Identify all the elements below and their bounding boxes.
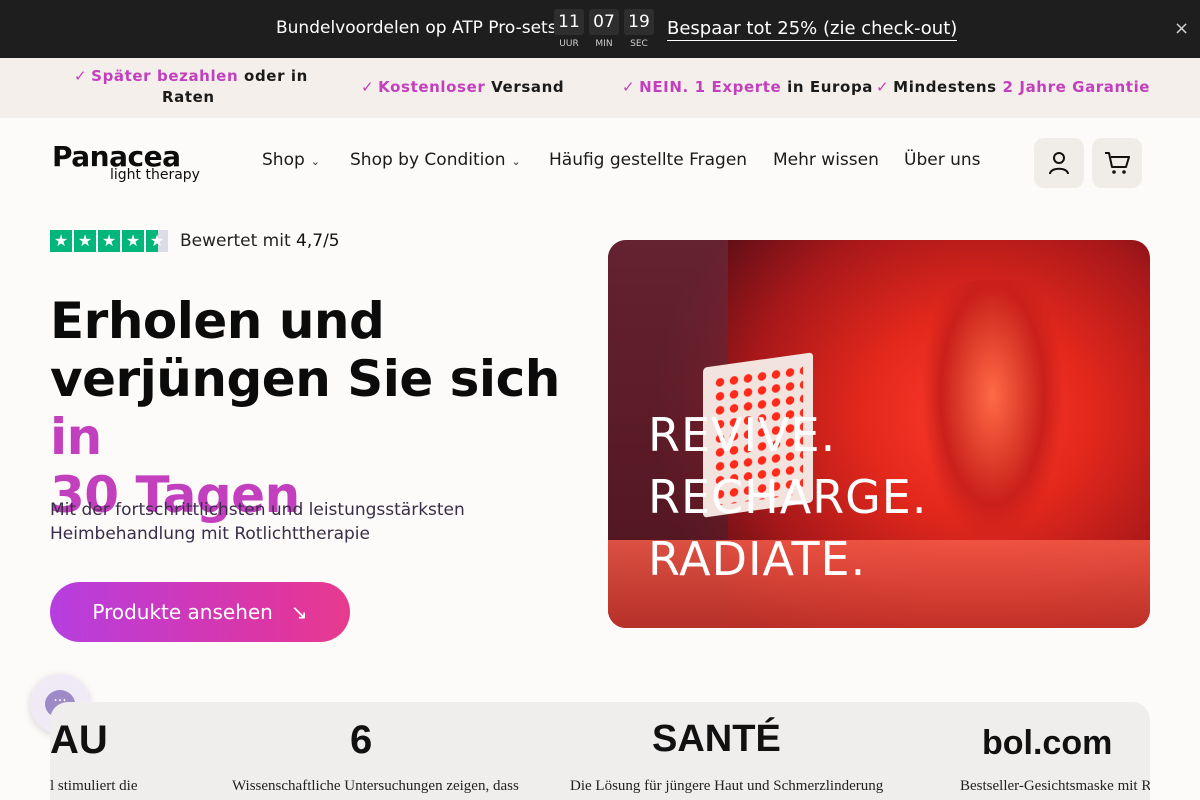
cart-icon [1105, 152, 1130, 174]
close-icon[interactable]: × [1174, 18, 1189, 39]
star-icon: ★ [50, 230, 72, 252]
press-quote: l stimuliert die [50, 778, 138, 794]
timer-minutes-label: MIN [595, 39, 613, 49]
press-strip: AU l stimuliert die 6 Wissenschaftliche … [50, 702, 1150, 800]
benefit-pay-later: ✓ Später bezahlen oder in Raten [74, 67, 308, 106]
check-icon: ✓ [74, 67, 88, 85]
benefits-bar: ✓ Später bezahlen oder in Raten ✓ Kostenlo… [0, 58, 1200, 118]
image-text-revive: REVIVE. [648, 408, 837, 462]
check-icon: ✓ [876, 78, 890, 96]
account-button[interactable] [1034, 138, 1084, 188]
star-icon: ★ [98, 230, 120, 252]
benefit-warranty: ✓ Mindestens 2 Jahre Garantie [876, 78, 1151, 96]
star-icon: ★ [74, 230, 96, 252]
announcement-text: Bundelvoordelen op ATP Pro-sets [276, 18, 557, 38]
press-quote: Wissenschaftliche Untersuchungen zeigen,… [232, 778, 519, 794]
arrow-down-right-icon: ↘ [290, 600, 308, 624]
nav-faq[interactable]: Häufig gestellte Fragen [549, 150, 747, 170]
check-icon: ✓ [361, 78, 375, 96]
benefit-free-shipping: ✓ Kostenloser Versand [361, 78, 565, 96]
image-text-recharge: RECHARGE. [648, 470, 928, 524]
check-icon: ✓ [622, 78, 636, 96]
view-products-button[interactable]: Produkte ansehen ↘ [50, 582, 350, 642]
nav-about[interactable]: Über uns [904, 150, 981, 170]
nav-shop[interactable]: Shop ⌄ [262, 150, 320, 170]
account-icon [1049, 152, 1069, 175]
logo[interactable]: Panacea light therapy [52, 140, 202, 186]
nav-shop-by-condition[interactable]: Shop by Condition ⌄ [350, 150, 521, 170]
nav-learn-more[interactable]: Mehr wissen [773, 150, 879, 170]
timer-seconds: 19 [624, 9, 654, 35]
press-quote: Bestseller-Gesichtsmaske mit Rot [960, 778, 1150, 794]
hero-title: Erholen und verjüngen Sie sich in 30 Tag… [50, 292, 560, 524]
timer-seconds-label: SEC [630, 39, 648, 49]
timer-hours: 11 [554, 9, 584, 35]
timer-hours-label: UUR [559, 39, 579, 49]
announcement-bar: Bundelvoordelen op ATP Pro-sets 11 UUR 0… [0, 0, 1200, 58]
press-logo: bol.com [982, 724, 1113, 762]
benefit-expert: ✓ NEIN. 1 Experte in Europa [622, 78, 874, 96]
announcement-link[interactable]: Bespaar tot 25% (zie check-out) [667, 18, 958, 41]
half-star-icon: ★ [146, 230, 168, 252]
hero-image: REVIVE. RECHARGE. RADIATE. [608, 240, 1150, 628]
cart-button[interactable] [1092, 138, 1142, 188]
chevron-down-icon: ⌄ [310, 155, 320, 168]
press-quote: Die Lösung für jüngere Haut und Schmerzl… [570, 778, 884, 794]
press-logo: AU [50, 718, 108, 762]
press-logo: SANTÉ [652, 718, 781, 760]
star-icon: ★ [122, 230, 144, 252]
image-text-radiate: RADIATE. [648, 532, 867, 586]
timer-minutes: 07 [589, 9, 619, 35]
logo-tagline: light therapy [110, 167, 200, 183]
trustpilot-stars: ★ ★ ★ ★ ★ [50, 230, 168, 252]
press-logo: 6 [350, 718, 373, 762]
rating-text: Bewertet mit 4,7/5 [180, 231, 340, 251]
hero-subtitle: Mit der fortschrittlichsten und leistung… [50, 500, 465, 544]
chevron-down-icon: ⌄ [511, 155, 521, 168]
